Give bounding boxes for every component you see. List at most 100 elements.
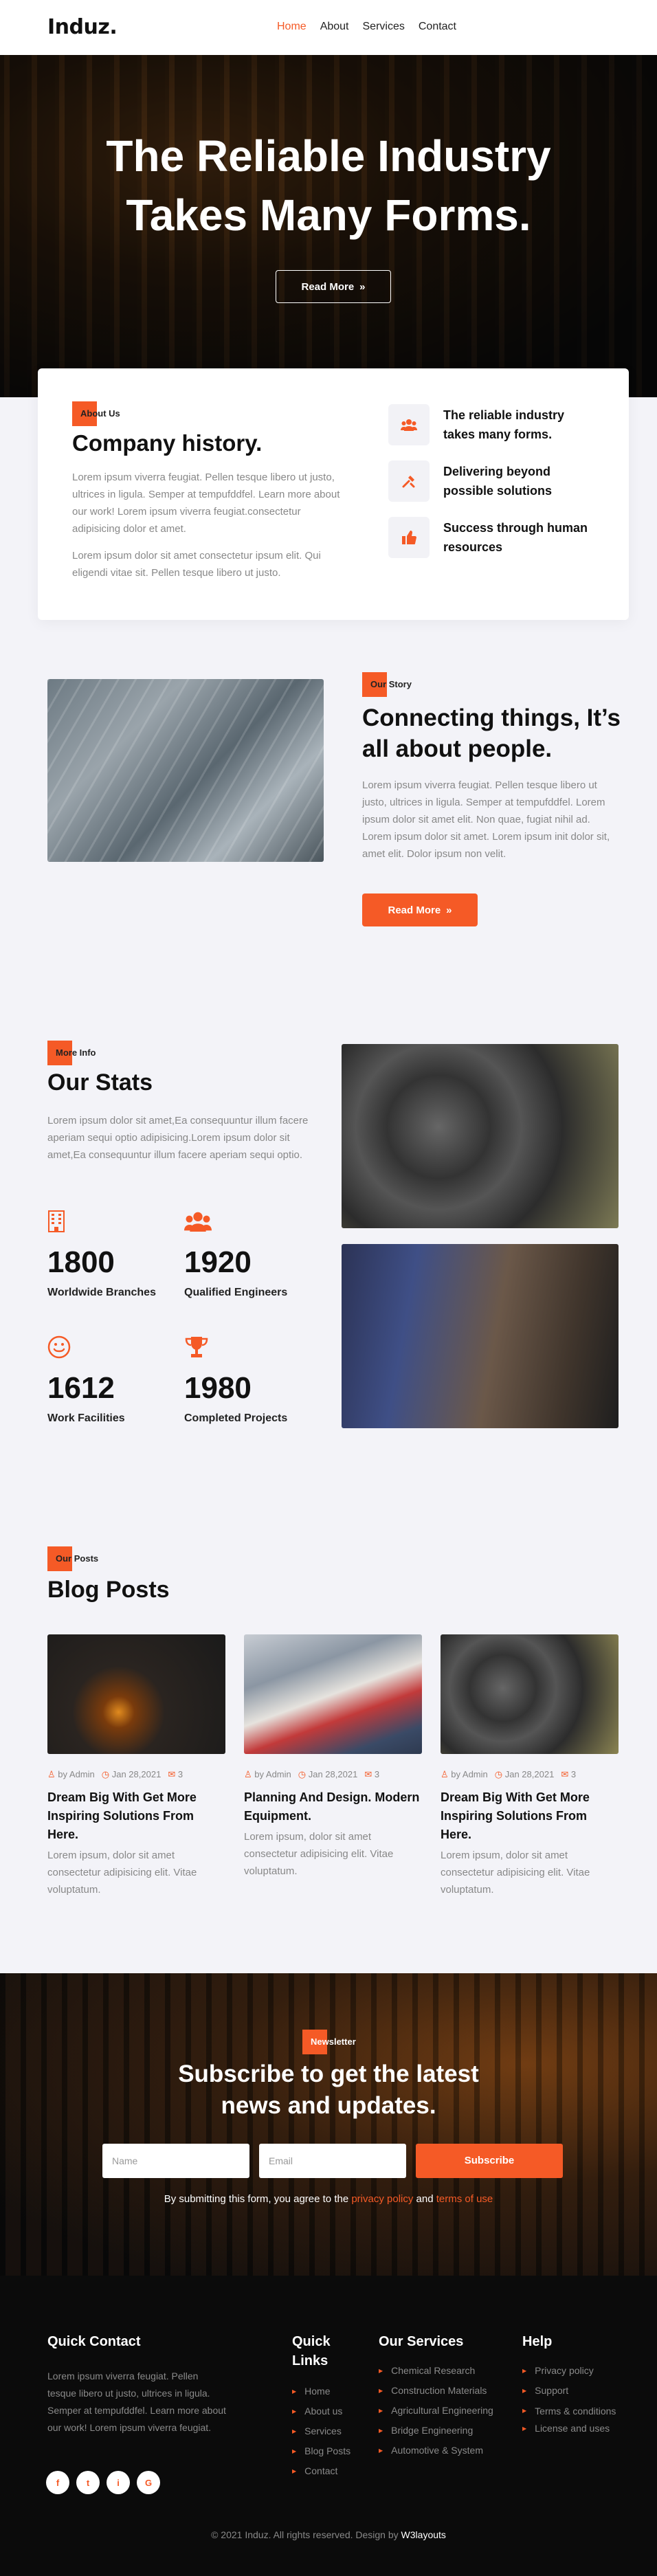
footer-link[interactable]: ▶ Blog Posts bbox=[292, 2441, 350, 2461]
paragraph: Lorem ipsum dolor sit amet,Ea consequunt… bbox=[47, 1115, 309, 1161]
stat-value: 1612 bbox=[47, 1371, 115, 1405]
post-image[interactable] bbox=[47, 1634, 225, 1754]
footer-link[interactable]: ▶ About us bbox=[292, 2401, 350, 2421]
footer-link[interactable]: ▶ Support bbox=[522, 2381, 619, 2401]
triangle-right-icon: ▶ bbox=[522, 2425, 527, 2432]
email-input[interactable]: Email bbox=[259, 2144, 406, 2178]
hero-banner: The Reliable Industry Takes Many Forms. … bbox=[0, 55, 657, 397]
nav-services[interactable]: Services bbox=[363, 21, 405, 33]
double-chevron-right-icon: » bbox=[359, 280, 366, 293]
users-icon bbox=[184, 1210, 287, 1237]
feature-item: Success through human resources bbox=[388, 517, 594, 558]
post-image[interactable] bbox=[441, 1634, 619, 1754]
calendar-icon: ◷ Jan 28,2021 bbox=[298, 1769, 358, 1779]
site-header: Induz. Home About Services Contact bbox=[0, 0, 657, 55]
triangle-right-icon: ▶ bbox=[292, 2408, 297, 2414]
google-icon[interactable]: G bbox=[137, 2471, 160, 2494]
footer-link[interactable]: ▶ Contact bbox=[292, 2461, 350, 2481]
building-icon bbox=[47, 1210, 156, 1237]
stat-label: Worldwide Branches bbox=[47, 1287, 156, 1298]
footer-link[interactable]: ▶ Construction Materials bbox=[379, 2381, 493, 2401]
feature-item: The reliable industry takes many forms. bbox=[388, 404, 594, 445]
trophy-icon bbox=[184, 1335, 287, 1363]
smile-icon bbox=[47, 1335, 125, 1363]
footer-link[interactable]: ▶ Home bbox=[292, 2381, 350, 2401]
feature-item: Delivering beyond possible solutions bbox=[388, 460, 594, 502]
section-title: Company history. bbox=[72, 430, 263, 456]
triangle-right-icon: ▶ bbox=[379, 2368, 383, 2374]
triangle-right-icon: ▶ bbox=[292, 2468, 297, 2474]
footer-links-title: Quick Links bbox=[292, 2334, 331, 2368]
blog-post-card[interactable]: ♙ by Admin ◷ Jan 28,2021 ✉ 3 Dream Big W… bbox=[47, 1634, 225, 1898]
author-icon: ♙ by Admin bbox=[441, 1769, 488, 1779]
stats-photo-machinery bbox=[342, 1044, 619, 1228]
facebook-icon[interactable]: f bbox=[46, 2471, 69, 2494]
post-meta: ♙ by Admin ◷ Jan 28,2021 ✉ 3 bbox=[47, 1769, 225, 1780]
calendar-icon: ◷ Jan 28,2021 bbox=[101, 1769, 162, 1779]
triangle-right-icon: ▶ bbox=[379, 2428, 383, 2434]
footer-link[interactable]: ▶ Chemical Research bbox=[379, 2361, 493, 2381]
footer-services-title: Our Services bbox=[379, 2334, 464, 2349]
quick-links-list: ▶ Home ▶ About us ▶ Services ▶ Blog Posts ▶ C… bbox=[292, 2381, 350, 2481]
instagram-icon[interactable]: i bbox=[107, 2471, 130, 2494]
post-title[interactable]: Planning And Design. Modern Equipment. bbox=[244, 1788, 422, 1825]
copyright: © 2021 Induz. All rights reserved. Desig… bbox=[211, 2529, 446, 2540]
help-list: ▶ Privacy policy ▶ Support ▶ Terms & condit… bbox=[522, 2361, 619, 2439]
footer-link[interactable]: ▶ Automotive & System bbox=[379, 2441, 493, 2461]
author-icon: ♙ by Admin bbox=[244, 1769, 291, 1779]
nav-about[interactable]: About bbox=[320, 21, 349, 33]
story-image bbox=[47, 679, 324, 862]
newsletter-note: By submitting this form, you agree to th… bbox=[164, 2193, 493, 2205]
footer-link[interactable]: ▶ Terms & conditions bbox=[522, 2401, 619, 2419]
users-icon bbox=[388, 404, 430, 445]
post-excerpt: Lorem ipsum, dolor sit amet consectetur … bbox=[244, 1831, 394, 1877]
thumbs-up-icon bbox=[388, 517, 430, 558]
logo[interactable]: Induz. bbox=[47, 15, 118, 39]
stat-value: 1800 bbox=[47, 1245, 115, 1279]
subscribe-button[interactable]: Subscribe bbox=[416, 2144, 563, 2178]
name-input[interactable]: Name bbox=[102, 2144, 249, 2178]
terms-of-use-link[interactable]: terms of use bbox=[436, 2193, 493, 2205]
paragraph: Lorem ipsum viverra feugiat. Pellen tesq… bbox=[72, 471, 340, 535]
footer-link[interactable]: ▶ License and uses bbox=[522, 2419, 619, 2439]
footer-link[interactable]: ▶ Bridge Engineering bbox=[379, 2421, 493, 2441]
stat-value: 1980 bbox=[184, 1371, 252, 1405]
story-read-more-button[interactable]: Read More » bbox=[362, 893, 478, 926]
triangle-right-icon: ▶ bbox=[522, 2388, 527, 2394]
nav-contact[interactable]: Contact bbox=[419, 21, 456, 33]
triangle-right-icon: ▶ bbox=[522, 2408, 527, 2414]
triangle-right-icon: ▶ bbox=[379, 2447, 383, 2454]
section-title: Blog Posts bbox=[47, 1577, 170, 1603]
section-tag: Our Story bbox=[362, 672, 412, 697]
footer-link[interactable]: ▶ Agricultural Engineering bbox=[379, 2401, 493, 2421]
section-title: Our Stats bbox=[47, 1069, 153, 1096]
stat-label: Qualified Engineers bbox=[184, 1287, 288, 1298]
post-title[interactable]: Dream Big With Get More Inspiring Soluti… bbox=[441, 1788, 619, 1844]
newsletter-title: Subscribe to get the latest news and upd… bbox=[178, 2061, 479, 2119]
twitter-icon[interactable]: t bbox=[76, 2471, 100, 2494]
designer-link[interactable]: W3layouts bbox=[401, 2529, 446, 2540]
blog-post-card[interactable]: ♙ by Admin ◷ Jan 28,2021 ✉ 3 Dream Big W… bbox=[441, 1634, 619, 1898]
privacy-policy-link[interactable]: privacy policy bbox=[351, 2193, 413, 2205]
footer-link[interactable]: ▶ Services bbox=[292, 2421, 350, 2441]
hero-read-more-button[interactable]: Read More » bbox=[276, 270, 391, 303]
stat-value: 1920 bbox=[184, 1245, 252, 1279]
blog-post-card[interactable]: ♙ by Admin ◷ Jan 28,2021 ✉ 3 Planning An… bbox=[244, 1634, 422, 1880]
triangle-right-icon: ▶ bbox=[379, 2388, 383, 2394]
comments-icon: ✉ 3 bbox=[364, 1769, 380, 1779]
stat-item: 1800 Worldwide Branches bbox=[47, 1210, 156, 1299]
footer-link[interactable]: ▶ Privacy policy bbox=[522, 2361, 619, 2381]
footer-help-title: Help bbox=[522, 2334, 553, 2349]
triangle-right-icon: ▶ bbox=[292, 2448, 297, 2454]
comments-icon: ✉ 3 bbox=[561, 1769, 577, 1779]
author-icon: ♙ by Admin bbox=[47, 1769, 95, 1779]
section-tag: Our Posts bbox=[47, 1546, 98, 1571]
footer-contact-title: Quick Contact bbox=[47, 2334, 141, 2349]
post-excerpt: Lorem ipsum, dolor sit amet consectetur … bbox=[441, 1850, 590, 1896]
post-image[interactable] bbox=[244, 1634, 422, 1754]
section-tag: About Us bbox=[72, 401, 120, 426]
nav-home[interactable]: Home bbox=[277, 21, 307, 33]
post-title[interactable]: Dream Big With Get More Inspiring Soluti… bbox=[47, 1788, 225, 1844]
newsletter-section: Newsletter Subscribe to get the latest n… bbox=[0, 1973, 657, 2276]
services-list: ▶ Chemical Research ▶ Construction Materia… bbox=[379, 2361, 493, 2461]
